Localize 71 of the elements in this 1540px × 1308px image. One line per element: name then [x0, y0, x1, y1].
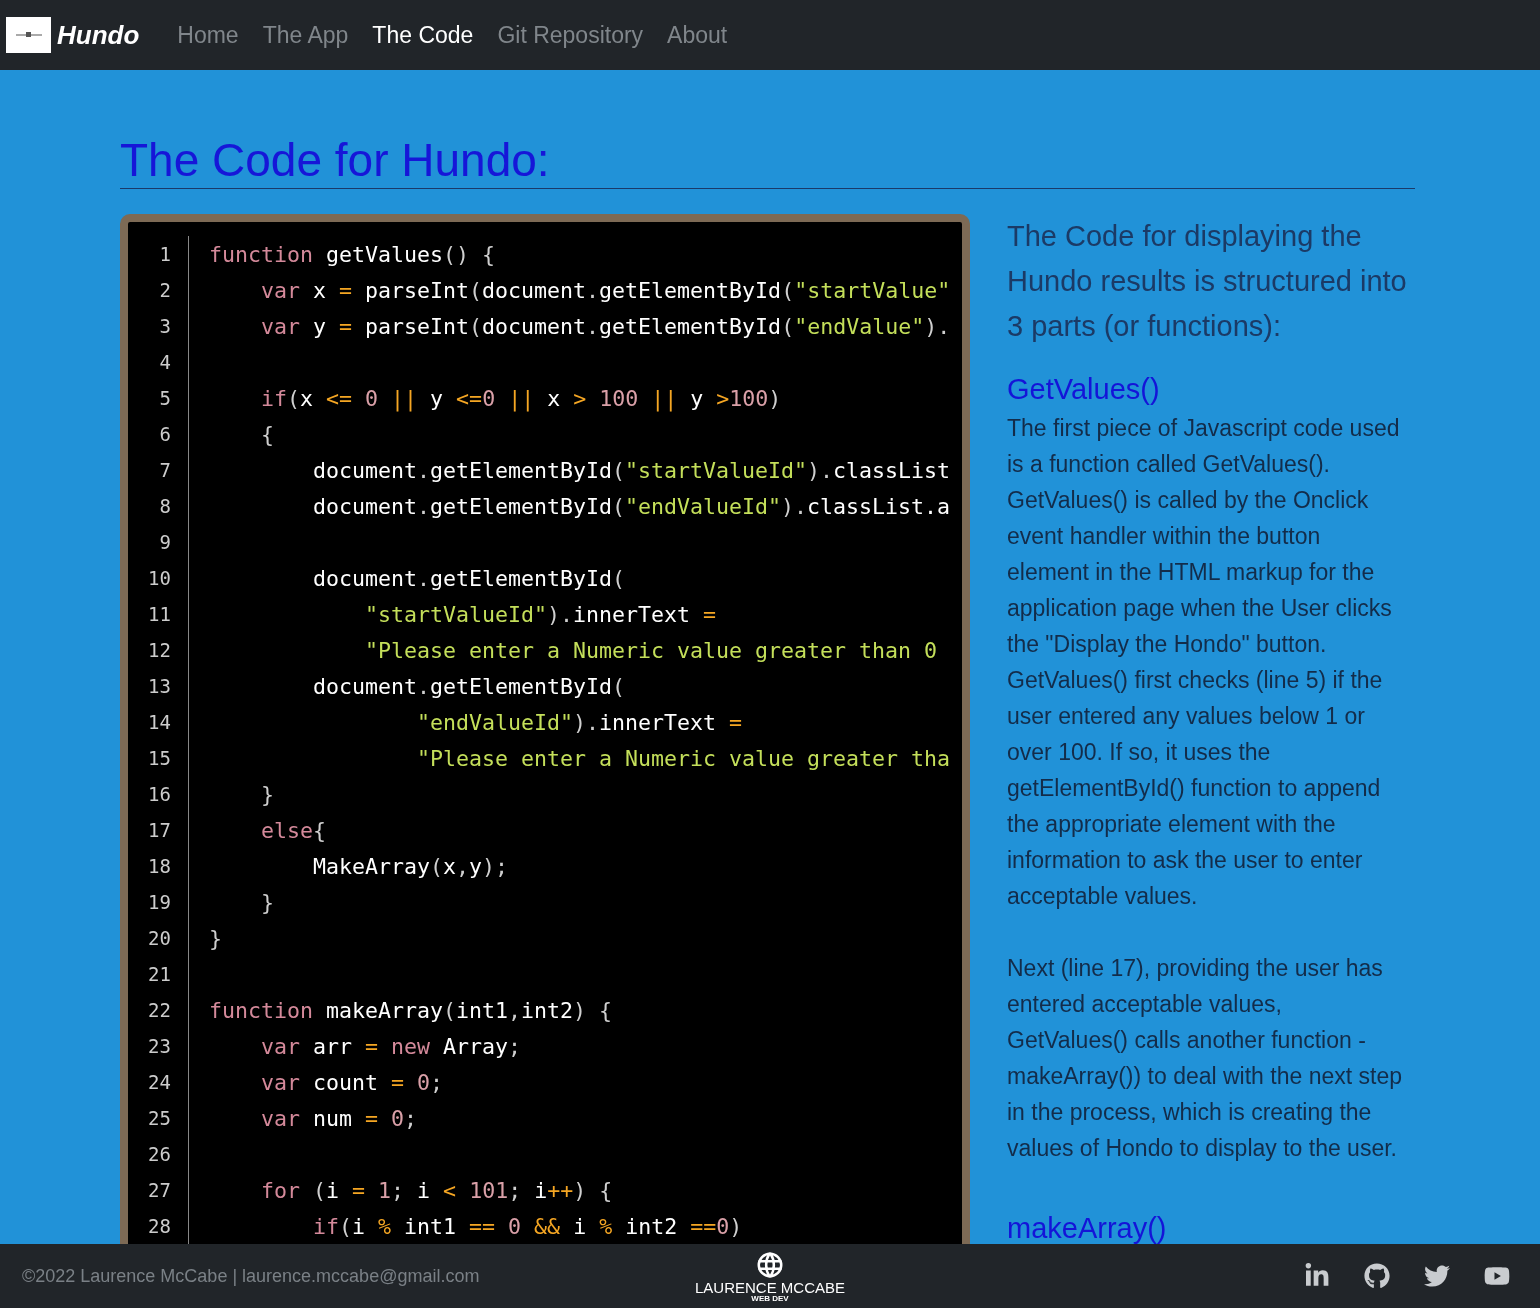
github-icon[interactable]: [1364, 1263, 1390, 1289]
line-number: 11: [147, 603, 172, 625]
copyright-text: ©2022 Laurence McCabe | laurence.mccabe@gmail.com: [22, 1265, 481, 1287]
line-number: 20: [147, 927, 172, 949]
code-line: if(x <= 0 || y <=0 || x > 100 || y >100): [260, 385, 782, 411]
code-line: }: [260, 781, 274, 807]
code-line: "endValueId").innerText =: [416, 709, 743, 735]
line-number: 21: [147, 963, 172, 985]
description-paragraph: Next (line 17), providing the user has entered acceptable values, GetValues() calls another function - makeArray()) to deal with the next step in the process, which is creating the values of Hondo to display to the user.: [1007, 954, 1403, 1163]
line-number: 23: [147, 1035, 172, 1057]
code-line: "startValueId").innerText =: [364, 601, 717, 627]
code-line: "Please enter a Numeric value greater than 0: [364, 637, 938, 663]
code-line: {: [260, 421, 274, 447]
code-line: function makeArray(int1,int2) {: [208, 997, 613, 1023]
nav-link[interactable]: Git Repository: [497, 21, 644, 49]
code-line: MakeArray(x,y);: [312, 853, 509, 879]
line-number: 15: [147, 747, 172, 769]
code-line: function getValues() {: [208, 241, 496, 267]
code-line: var num = 0;: [260, 1105, 418, 1131]
code-line: if(i % int1 == 0 && i % int2 ==0): [312, 1213, 743, 1239]
nav-link[interactable]: Home: [177, 21, 239, 49]
code-line: var arr = new Array;: [260, 1033, 522, 1059]
line-number: 28: [147, 1215, 172, 1237]
code-line: document.getElementById(: [312, 673, 626, 699]
twitter-icon[interactable]: [1424, 1263, 1450, 1289]
line-number: 25: [147, 1107, 172, 1129]
line-number: 26: [147, 1143, 172, 1165]
line-number: 16: [147, 783, 172, 805]
line-number: 12: [147, 639, 172, 661]
code-line: }: [208, 925, 222, 951]
code-line: document.getElementById("endValueId").classList.a: [312, 493, 951, 519]
line-number: 17: [147, 819, 172, 841]
line-number: 27: [147, 1179, 172, 1201]
logo-name: LAURENCE MCCABE: [695, 1279, 845, 1295]
line-number: 8: [158, 495, 172, 517]
code-line: for (i = 1; i < 101; i++) {: [260, 1177, 613, 1203]
linkedin-icon[interactable]: [1304, 1263, 1330, 1289]
line-number: 19: [147, 891, 172, 913]
code-line: else{: [260, 817, 327, 843]
line-number: 14: [147, 711, 172, 733]
brand-name[interactable]: Hundo: [57, 19, 140, 51]
line-number: 18: [147, 855, 172, 877]
line-number: 4: [158, 351, 172, 373]
section-heading: GetValues(): [1007, 373, 1161, 406]
logo-subtitle: WEB DEV: [751, 1294, 789, 1303]
code-line: document.getElementById(: [312, 565, 626, 591]
line-number: 3: [158, 315, 172, 337]
nav-link[interactable]: About: [667, 21, 728, 49]
code-line: var x = parseInt(document.getElementById("startValue": [260, 277, 951, 303]
intro-text: The Code for displaying the Hundo results is structured into 3 parts (or functions):: [1007, 219, 1408, 344]
line-number: 6: [158, 423, 172, 445]
line-number: 5: [158, 387, 172, 409]
line-number: 22: [147, 999, 172, 1021]
page-title: The Code for Hundo:: [120, 132, 1415, 189]
code-line: "Please enter a Numeric value greater tha: [416, 745, 951, 771]
description-paragraph: The first piece of Javascript code used is a function called GetValues(). GetValues() is called by the Onclick event handler within the button element in the HTML markup for the application page when the User clicks the "Display the Hondo" button. GetValues() first checks (line 5) if the user entered any values below 1 or over 100. If so, it uses the getElementById() function to append the appropriate element with the information to ask the user to enter acceptable values.: [1007, 414, 1401, 911]
line-number: 2: [158, 279, 172, 301]
globe-icon: [755, 1249, 785, 1280]
nav-link[interactable]: The Code: [372, 21, 474, 49]
line-number: 24: [147, 1071, 172, 1093]
line-number: 9: [158, 531, 172, 553]
line-number: 7: [158, 459, 172, 481]
nav-link[interactable]: The App: [262, 21, 349, 49]
code-line: var count = 0;: [260, 1069, 444, 1095]
line-number: 13: [147, 675, 172, 697]
line-number: 10: [147, 567, 172, 589]
section-heading: makeArray(): [1007, 1212, 1168, 1245]
code-line: }: [260, 889, 274, 915]
code-line: document.getElementById("startValueId").classList: [312, 457, 951, 483]
code-line: var y = parseInt(document.getElementById("endValue").: [260, 313, 951, 339]
line-number: 1: [158, 243, 172, 265]
